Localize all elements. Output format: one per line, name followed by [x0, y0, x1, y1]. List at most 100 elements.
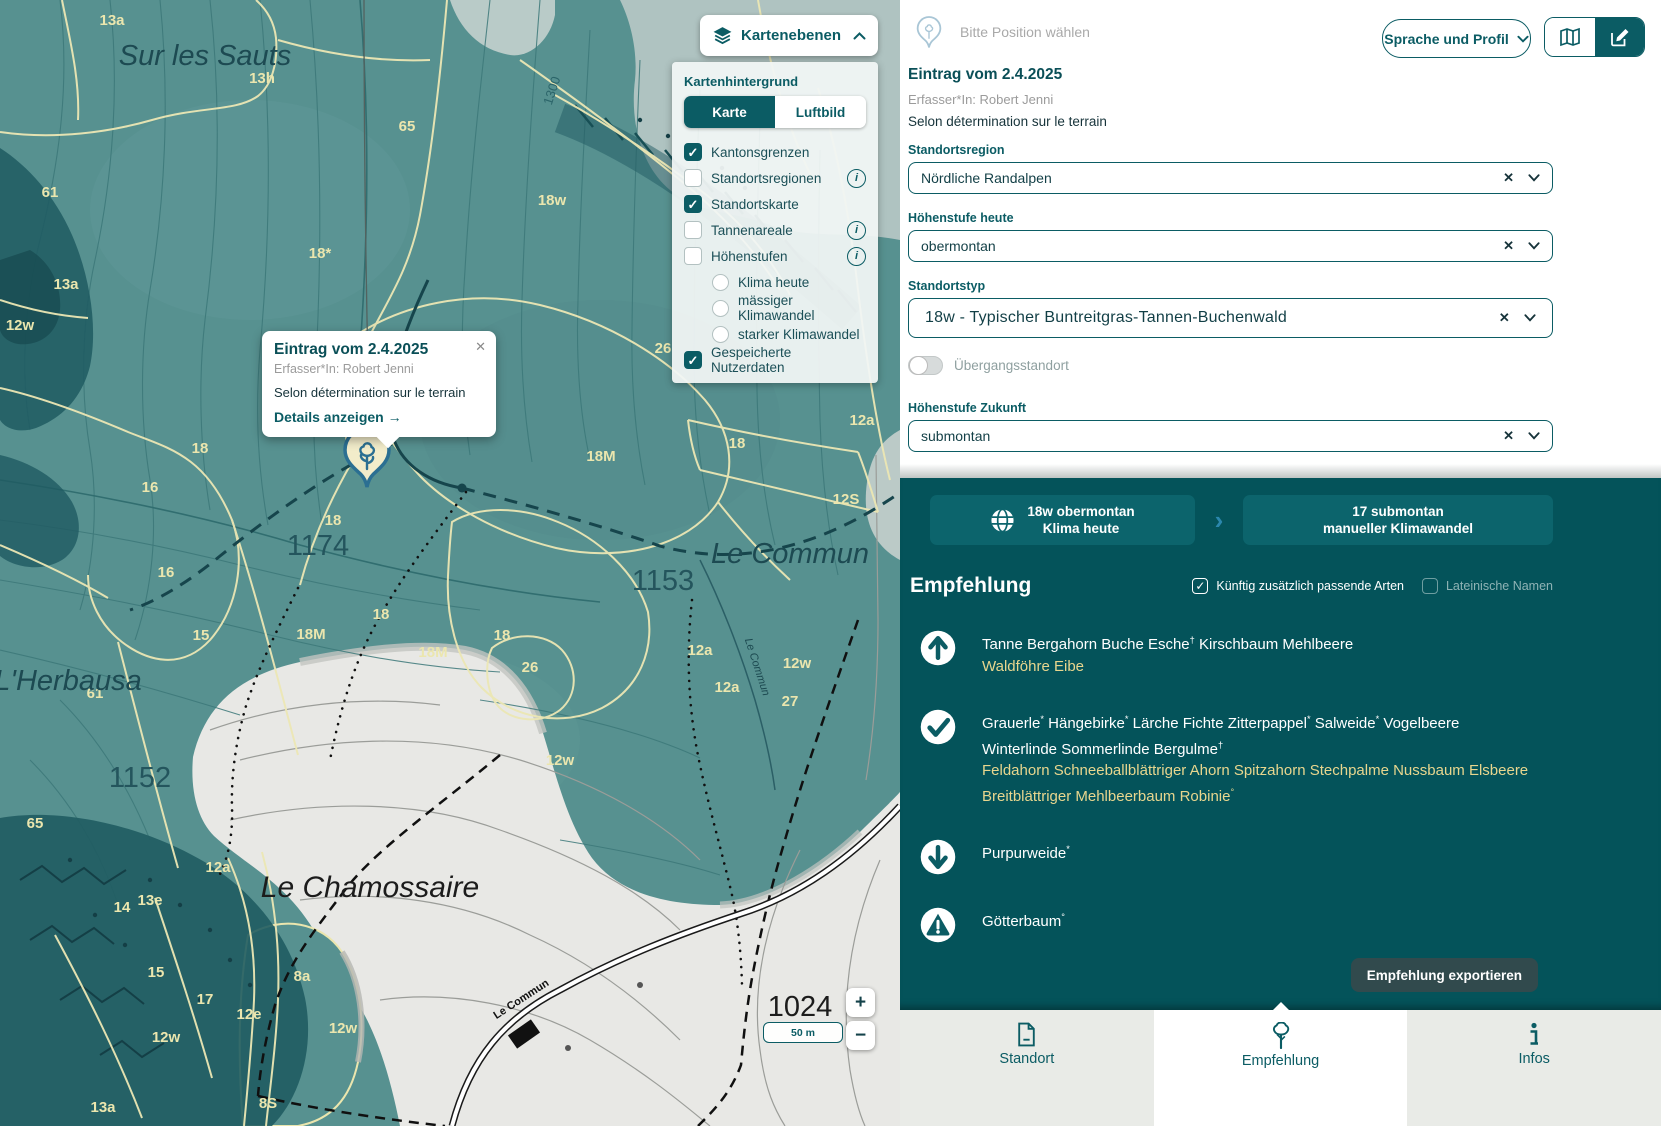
map-label: 13a — [53, 276, 79, 293]
checkbox-checked-icon[interactable] — [684, 143, 702, 161]
radio-icon[interactable] — [712, 300, 729, 317]
radio-icon[interactable] — [712, 326, 729, 343]
edit-icon — [1609, 27, 1630, 48]
zoom-out-button[interactable]: − — [846, 1021, 875, 1050]
popup-title: Eintrag vom 2.4.2025 — [274, 341, 484, 359]
layer-hoehenstufen[interactable]: Höhenstufen i — [684, 243, 866, 269]
popup-details-link[interactable]: Details anzeigen → — [274, 409, 484, 425]
checkbox-unchecked-icon[interactable] — [684, 221, 702, 239]
map-label: 18 — [494, 627, 511, 644]
info-icon[interactable]: i — [847, 169, 866, 188]
chevron-down-icon[interactable] — [1528, 174, 1540, 182]
hoehenstufe-heute-select[interactable]: obermontan ✕ — [908, 230, 1553, 262]
chevron-down-icon[interactable] — [1528, 242, 1540, 250]
background-option-karte[interactable]: Karte — [684, 96, 775, 128]
toggle-switch[interactable] — [908, 356, 943, 375]
map-label: 17 — [197, 991, 214, 1008]
checkbox-checked-icon[interactable] — [684, 195, 702, 213]
layer-standortskarte[interactable]: Standortskarte — [684, 191, 866, 217]
info-icon[interactable]: i — [847, 221, 866, 240]
layer-standortsregionen[interactable]: Standortsregionen i — [684, 165, 866, 191]
climate-comparison: 18w obermontan Klima heute › 17 submonta… — [930, 495, 1553, 545]
close-icon[interactable]: ✕ — [475, 339, 486, 355]
tab-infos[interactable]: Infos — [1407, 1010, 1661, 1126]
clear-icon[interactable]: ✕ — [1503, 170, 1514, 186]
radio-klima-heute[interactable]: Klima heute — [684, 269, 866, 295]
toggle-label: Übergangsstandort — [954, 358, 1069, 373]
layer-kantonsgrenzen[interactable]: Kantonsgrenzen — [684, 139, 866, 165]
field-standortstyp: Standortstyp 18w - Typischer Buntreitgra… — [908, 279, 1553, 338]
clear-icon[interactable]: ✕ — [1503, 428, 1514, 444]
map-label: 15 — [148, 964, 165, 981]
checkbox-unchecked-icon[interactable] — [684, 169, 702, 187]
layer-gespeicherte-nutzerdaten[interactable]: Gespeicherte Nutzerdaten — [684, 347, 866, 373]
species-line: Breitblättriger Mehlbeerbaum Robinie° — [982, 782, 1528, 808]
comparison-card-future: 17 submontan manueller Klimawandel — [1243, 495, 1553, 545]
popup-note: Selon détermination sur le terrain — [274, 385, 484, 400]
recommendation-title: Empfehlung — [910, 574, 1174, 598]
map-layers-button[interactable]: Kartenebenen — [700, 15, 878, 56]
export-recommendation-button[interactable]: Empfehlung exportieren — [1351, 958, 1538, 992]
chevron-down-icon[interactable] — [1528, 432, 1540, 440]
map-label: 18 — [729, 435, 746, 452]
tab-standort[interactable]: Standort — [900, 1010, 1154, 1126]
species-group-declining: Purpurweide* — [920, 837, 1540, 875]
checkbox-unchecked-icon[interactable] — [1422, 578, 1438, 594]
position-hint-label: Bitte Position wählen — [960, 24, 1090, 40]
checkbox-checked-icon[interactable] — [684, 351, 702, 369]
map-label: 12a — [714, 679, 740, 696]
map-label: 13a — [90, 1099, 116, 1116]
arrow-down-icon — [920, 839, 956, 875]
arrow-up-icon — [920, 630, 956, 666]
background-option-luftbild[interactable]: Luftbild — [775, 96, 866, 128]
clear-icon[interactable]: ✕ — [1499, 310, 1510, 326]
species-line: Winterlinde Sommerlinde Bergulme† — [982, 735, 1528, 761]
radio-maessiger-klimawandel[interactable]: mässiger Klimawandel — [684, 295, 866, 321]
radio-icon[interactable] — [712, 274, 729, 291]
map-view-button[interactable] — [1545, 18, 1595, 56]
check-icon — [920, 709, 956, 745]
map-label: 65 — [399, 118, 416, 135]
map-label: Le Chamossaire — [261, 871, 479, 904]
chevron-down-icon[interactable] — [1524, 314, 1536, 322]
info-icon — [1529, 1022, 1539, 1047]
edit-view-button[interactable] — [1595, 18, 1645, 56]
map-icon — [1559, 27, 1581, 47]
map-label: 1152 — [109, 762, 171, 794]
standortsregion-select[interactable]: Nördliche Randalpen ✕ — [908, 162, 1553, 194]
map-label: 13h — [249, 70, 275, 87]
map-label: 1174 — [287, 530, 349, 562]
map-label: 13a — [99, 12, 125, 29]
map-zoom-controls: + − — [846, 988, 875, 1050]
tree-app: 13a13h6518w18*6113a12w26181618161518M181… — [0, 0, 1661, 1126]
map-label: 12w — [546, 752, 575, 769]
clear-icon[interactable]: ✕ — [1503, 238, 1514, 254]
filter-latin-names[interactable]: Lateinische Namen — [1422, 578, 1553, 594]
position-pin-icon — [916, 16, 942, 48]
popup-author: Erfasser*In: Robert Jenni — [274, 362, 484, 376]
layer-tannenareale[interactable]: Tannenareale i — [684, 217, 866, 243]
map-label: 61 — [42, 184, 59, 201]
map-label: 1153 — [632, 565, 694, 597]
background-section-label: Kartenhintergrund — [684, 74, 866, 89]
checkbox-unchecked-icon[interactable] — [684, 247, 702, 265]
radio-starker-klimawandel[interactable]: starker Klimawandel — [684, 321, 866, 347]
language-profile-button[interactable]: Sprache und Profil — [1382, 19, 1531, 58]
field-standortsregion: Standortsregion Nördliche Randalpen ✕ — [908, 143, 1553, 194]
map-label: 8S — [259, 1095, 277, 1112]
toggle-knob[interactable] — [909, 356, 928, 375]
bottom-tab-bar: Standort Empfehlung Infos — [900, 1010, 1661, 1126]
info-icon[interactable]: i — [847, 247, 866, 266]
zoom-in-button[interactable]: + — [846, 988, 875, 1017]
map-label: 12w — [783, 655, 812, 672]
map-label: 18M — [296, 626, 325, 643]
species-line: Götterbaum° — [982, 907, 1065, 933]
map-label: 15 — [193, 627, 210, 644]
standortstyp-select[interactable]: 18w - Typischer Buntreitgras-Tannen-Buch… — [908, 298, 1553, 338]
filter-future-species[interactable]: ✓ Künftig zusätzlich passende Arten — [1192, 578, 1404, 594]
checkbox-checked-icon[interactable]: ✓ — [1192, 578, 1208, 594]
hoehenstufe-zukunft-select[interactable]: submontan ✕ — [908, 420, 1553, 452]
map-label: 18w — [538, 192, 567, 209]
map-canvas[interactable]: 13a13h6518w18*6113a12w26181618161518M181… — [0, 0, 900, 1126]
tab-empfehlung[interactable]: Empfehlung — [1154, 1010, 1408, 1126]
